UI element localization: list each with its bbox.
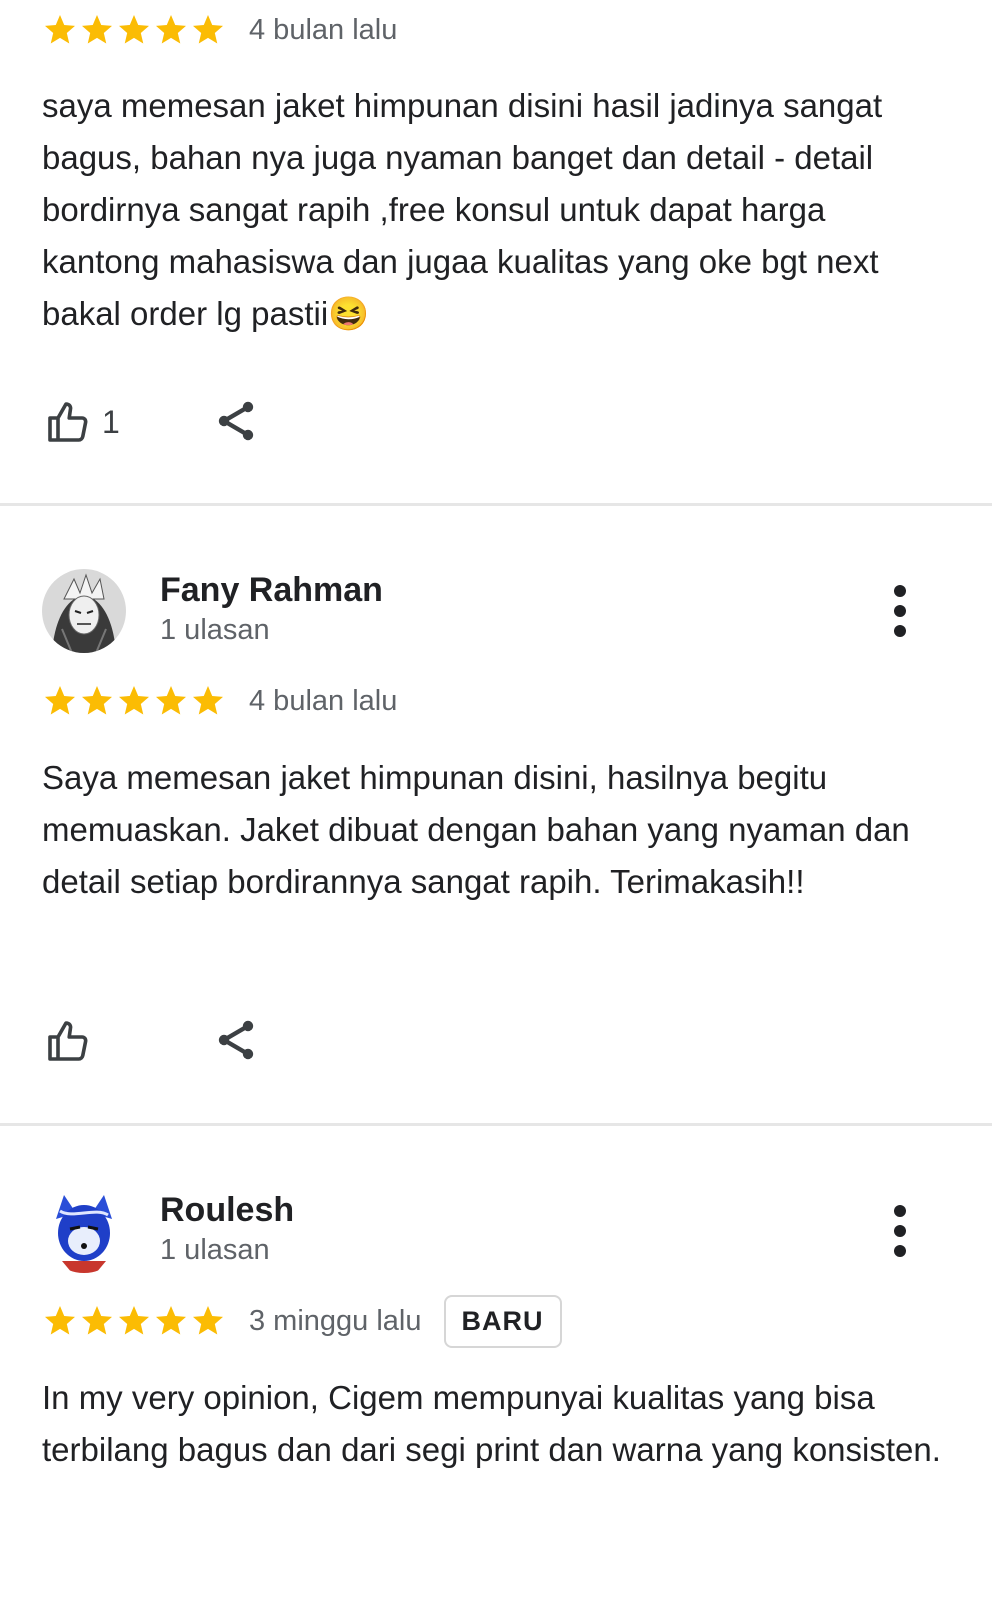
thumb-up-icon bbox=[48, 402, 88, 442]
share-icon[interactable] bbox=[212, 1016, 260, 1064]
like-count: 1 bbox=[102, 403, 120, 440]
review-time: 3 minggu lalu bbox=[249, 1304, 422, 1337]
review-actions bbox=[44, 1011, 254, 1071]
star-icon bbox=[193, 1306, 223, 1335]
star-icon bbox=[82, 1306, 112, 1335]
reviewer-review-count: 1 ulasan bbox=[160, 1234, 270, 1266]
reviewer-review-count: 1 ulasan bbox=[160, 614, 270, 646]
star-icon bbox=[156, 686, 186, 715]
rating-row: 4 bulan lalu bbox=[42, 681, 397, 721]
rating-row: 3 minggu lalu BARU bbox=[42, 1294, 562, 1348]
review-text: saya memesan jaket himpunan disini hasil… bbox=[42, 80, 942, 340]
star-icon bbox=[156, 15, 186, 44]
star-icon bbox=[119, 1306, 149, 1335]
star-icon bbox=[119, 686, 149, 715]
review-actions: 1 bbox=[44, 392, 254, 452]
star-icon bbox=[82, 15, 112, 44]
review-card: Roulesh 1 ulasan 3 minggu lalu BARU In m… bbox=[0, 1125, 992, 1600]
grinning-squinting-face-emoji: 😆 bbox=[328, 295, 370, 332]
star-icon bbox=[193, 686, 223, 715]
star-rating bbox=[42, 12, 227, 48]
avatar[interactable] bbox=[42, 1189, 126, 1273]
share-icon[interactable] bbox=[212, 397, 260, 445]
like-button[interactable]: 1 bbox=[44, 398, 120, 446]
thumb-up-icon bbox=[48, 1021, 88, 1061]
reviewer-name[interactable]: Fany Rahman bbox=[160, 571, 383, 610]
review-time: 4 bulan lalu bbox=[249, 684, 398, 717]
more-vert-icon[interactable] bbox=[880, 581, 920, 641]
review-text: Saya memesan jaket himpunan disini, hasi… bbox=[42, 759, 910, 900]
star-icon bbox=[82, 686, 112, 715]
star-icon bbox=[45, 686, 75, 715]
star-icon bbox=[119, 15, 149, 44]
review-text: In my very opinion, Cigem mempunyai kual… bbox=[42, 1379, 941, 1468]
star-icon bbox=[193, 15, 223, 44]
more-vert-icon[interactable] bbox=[880, 1201, 920, 1261]
like-button[interactable] bbox=[44, 1017, 102, 1065]
star-icon bbox=[156, 1306, 186, 1335]
rating-row: 4 bulan lalu bbox=[42, 10, 397, 50]
review-card: 4 bulan lalu saya memesan jaket himpunan… bbox=[0, 0, 992, 505]
reviewer-name[interactable]: Roulesh bbox=[160, 1191, 294, 1230]
avatar-image bbox=[42, 1189, 126, 1273]
star-rating bbox=[42, 1303, 227, 1339]
review-time: 4 bulan lalu bbox=[249, 13, 398, 46]
star-icon bbox=[45, 15, 75, 44]
review-text-body: saya memesan jaket himpunan disini hasil… bbox=[42, 87, 883, 332]
avatar[interactable] bbox=[42, 569, 126, 653]
star-icon bbox=[45, 1306, 75, 1335]
avatar-image bbox=[42, 569, 126, 653]
star-rating bbox=[42, 683, 227, 719]
new-badge: BARU bbox=[443, 1294, 562, 1348]
review-card: Fany Rahman 1 ulasan 4 bulan lalu Saya m… bbox=[0, 505, 992, 1123]
